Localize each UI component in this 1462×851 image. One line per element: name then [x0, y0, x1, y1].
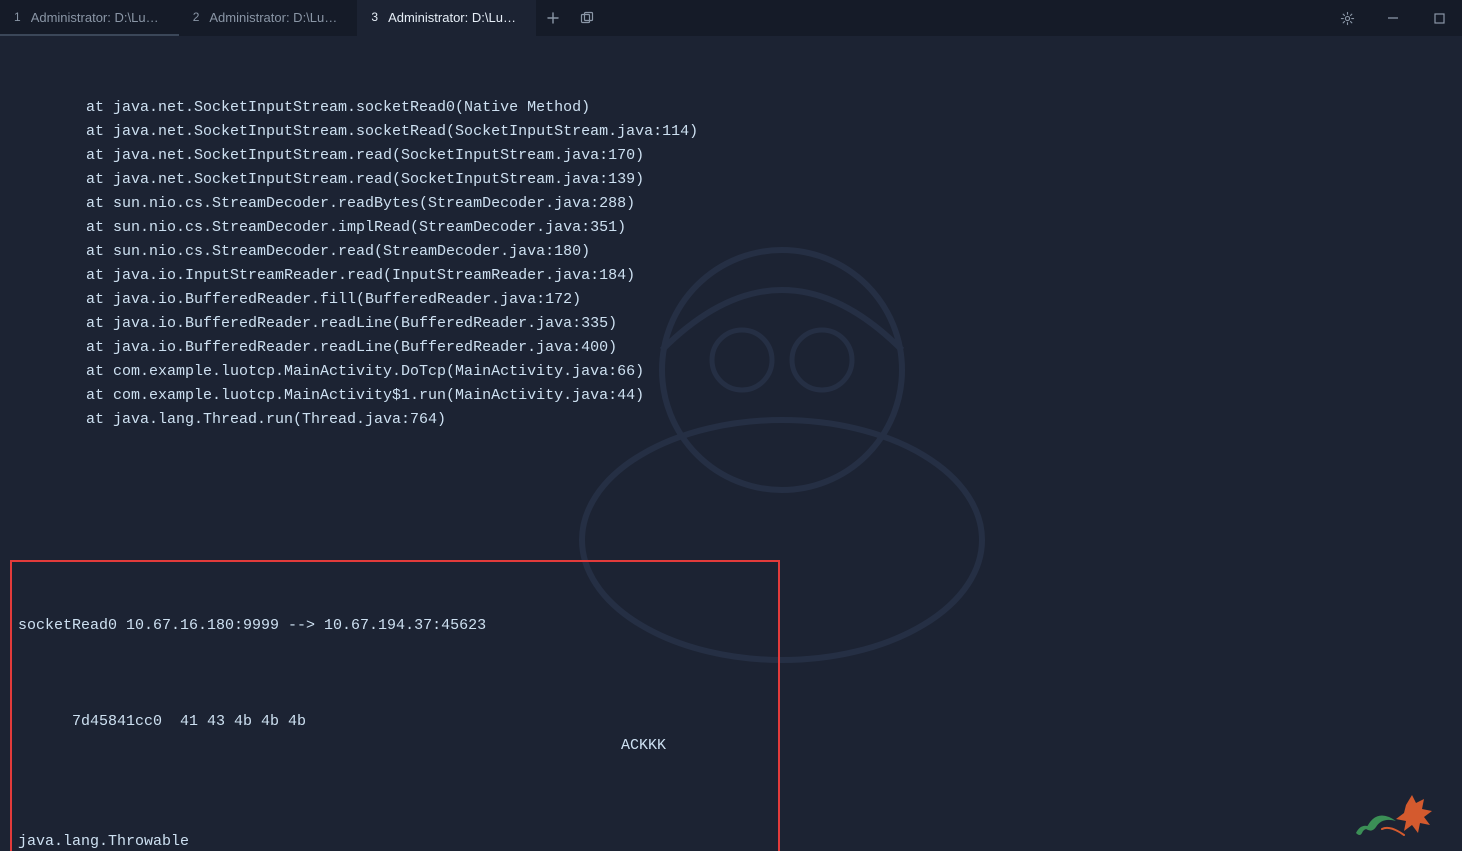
stack-trace-line: at java.net.SocketInputStream.socketRead… — [0, 120, 1462, 144]
ascii-decode: ACKKK — [621, 734, 666, 758]
tab-title: Administrator: D:\Luo... — [388, 10, 518, 25]
stack-trace-line: at sun.nio.cs.StreamDecoder.readBytes(St… — [0, 192, 1462, 216]
stack-trace-line: at java.net.SocketInputStream.read(Socke… — [0, 168, 1462, 192]
throwable-line: java.lang.Throwable — [16, 830, 772, 851]
highlighted-block: socketRead0 10.67.16.180:9999 --> 10.67.… — [10, 560, 780, 851]
titlebar-drag-region[interactable] — [604, 0, 1324, 36]
stack-trace-line: at java.io.BufferedReader.readLine(Buffe… — [0, 336, 1462, 360]
socket-read-header: socketRead0 10.67.16.180:9999 --> 10.67.… — [16, 614, 772, 638]
tab-title: Administrator: D:\Luo... — [209, 10, 339, 25]
blank-line — [0, 480, 1462, 504]
tab-index: 2 — [193, 10, 200, 24]
tab-1[interactable]: 1 Administrator: D:\Luo... — [0, 0, 179, 36]
tab-index: 3 — [371, 10, 378, 24]
titlebar: 1 Administrator: D:\Luo... 2 Administrator:… — [0, 0, 1462, 36]
terminal-output[interactable]: at java.net.SocketInputStream.socketRead… — [0, 36, 1462, 851]
stack-trace-line: at java.io.BufferedReader.fill(BufferedR… — [0, 288, 1462, 312]
stack-trace-line: at java.net.SocketInputStream.socketRead… — [0, 96, 1462, 120]
stack-trace-line: at java.io.InputStreamReader.read(InputS… — [0, 264, 1462, 288]
window-controls — [1324, 0, 1462, 36]
minimize-button[interactable] — [1370, 0, 1416, 36]
new-tab-button[interactable] — [536, 0, 570, 36]
settings-button[interactable] — [1324, 0, 1370, 36]
tab-title: Administrator: D:\Luo... — [31, 10, 161, 25]
hex-dump-line: 7d45841cc0 41 43 4b 4b 4b ACKKK — [16, 686, 772, 782]
stack-trace-line: at java.lang.Thread.run(Thread.java:764) — [0, 408, 1462, 432]
tab-2[interactable]: 2 Administrator: D:\Luo... — [179, 0, 358, 36]
stack-trace-line: at java.io.BufferedReader.readLine(Buffe… — [0, 312, 1462, 336]
tabs-container: 1 Administrator: D:\Luo... 2 Administrator:… — [0, 0, 536, 36]
stack-trace-line: at sun.nio.cs.StreamDecoder.implRead(Str… — [0, 216, 1462, 240]
stack-trace-line: at sun.nio.cs.StreamDecoder.read(StreamD… — [0, 240, 1462, 264]
maximize-button[interactable] — [1416, 0, 1462, 36]
stack-trace-line: at java.net.SocketInputStream.read(Socke… — [0, 144, 1462, 168]
tab-overview-button[interactable] — [570, 0, 604, 36]
tab-index: 1 — [14, 10, 21, 24]
stack-trace-line: at com.example.luotcp.MainActivity$1.run… — [0, 384, 1462, 408]
stack-trace-line: at com.example.luotcp.MainActivity.DoTcp… — [0, 360, 1462, 384]
hex-bytes: 7d45841cc0 41 43 4b 4b 4b — [72, 713, 306, 730]
tab-3[interactable]: 3 Administrator: D:\Luo... — [357, 0, 536, 36]
